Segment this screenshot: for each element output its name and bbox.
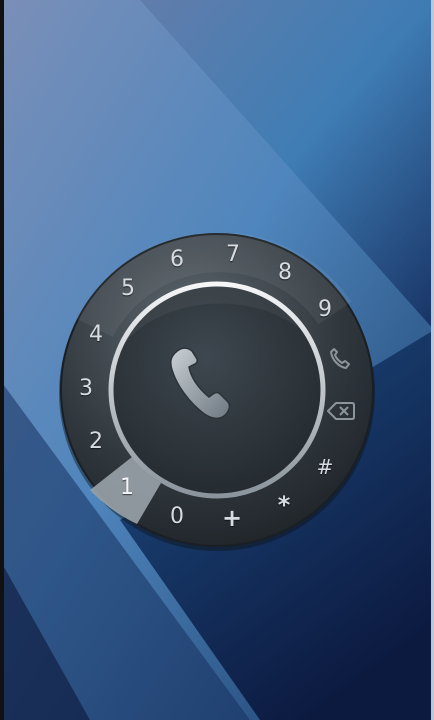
dial-key-1[interactable]: 1 xyxy=(110,471,144,505)
dial-key-7[interactable]: 7 xyxy=(216,238,250,272)
dial-key-star[interactable]: * xyxy=(267,488,301,522)
phone-icon xyxy=(330,348,350,369)
dial-key-4[interactable]: 4 xyxy=(79,318,113,352)
dial-key-3[interactable]: 3 xyxy=(69,372,103,406)
dial-key-6[interactable]: 6 xyxy=(160,243,194,277)
call-button[interactable] xyxy=(327,346,361,380)
dial-key-2[interactable]: 2 xyxy=(79,425,113,459)
backspace-button[interactable] xyxy=(327,401,361,435)
backspace-icon xyxy=(327,402,355,420)
dial-key-5[interactable]: 5 xyxy=(111,272,145,306)
dial-key-0[interactable]: 0 xyxy=(160,500,194,534)
phone-icon xyxy=(170,347,231,420)
dial-key-9[interactable]: 9 xyxy=(308,293,342,327)
dialer-screen: 1 2 3 4 5 6 7 8 9 0 + * # xyxy=(0,0,434,720)
dial-key-hash[interactable]: # xyxy=(308,450,342,484)
dial-key-plus[interactable]: + xyxy=(215,501,249,535)
left-edge xyxy=(0,0,4,720)
center-call-button[interactable] xyxy=(167,345,267,445)
dial-key-8[interactable]: 8 xyxy=(268,256,302,290)
rotary-dialpad: 1 2 3 4 5 6 7 8 9 0 + * # xyxy=(55,233,379,557)
